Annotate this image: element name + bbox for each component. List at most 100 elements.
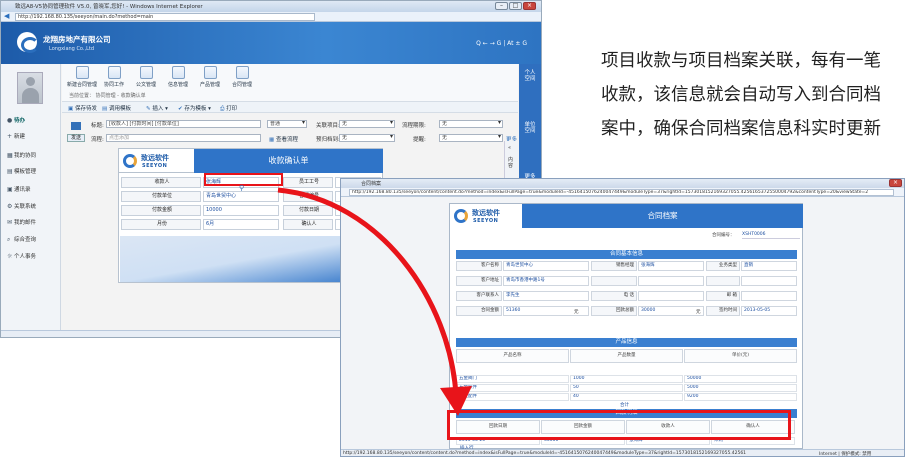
sidebar-item[interactable]: ▣通讯录 — [7, 185, 59, 195]
maximize-button[interactable]: □ — [509, 2, 522, 10]
sidebar-item-icon: ✉ — [7, 219, 13, 226]
insert-button[interactable]: ✎ 插入 ▾ — [146, 104, 168, 112]
product-price[interactable]: 5000 — [684, 384, 797, 392]
header-tools[interactable]: Q ← → G | At ± G — [476, 40, 527, 47]
breadcrumb: 当前位置： 协同管理 - 收款确认单 — [69, 93, 146, 99]
flow-label: 流程: — [91, 137, 104, 143]
toolbar-button-label: 合同管理 — [231, 82, 252, 88]
product-qty[interactable]: 50 — [570, 384, 683, 392]
sidebar-item-label: 关联系统 — [14, 204, 37, 210]
sidebar-item-icon: ▣ — [7, 186, 13, 193]
sidebar-item[interactable]: ▦我的协同 — [7, 151, 59, 161]
unit-label: 元 — [574, 310, 579, 315]
receipt-field-label: 收款人 — [121, 177, 201, 188]
product-price[interactable]: 9200 — [684, 393, 797, 401]
receipt-field-label: 付款单位 — [121, 191, 201, 202]
save-draft-button[interactable]: ▣ 保存待发 — [68, 104, 97, 112]
company-logo — [17, 32, 39, 53]
contract-no-value: XSHT0006 — [742, 232, 766, 237]
sidebar-item-label: 模板管理 — [14, 169, 37, 175]
priority-select[interactable]: 普通 — [267, 120, 307, 128]
basic-field-value[interactable]: 30000 — [638, 306, 704, 316]
print-button[interactable]: ⎙ 打印 — [220, 104, 237, 113]
product-qty[interactable]: 1000 — [570, 375, 683, 383]
save-icon: ▣ — [68, 106, 74, 112]
basic-field-value[interactable]: 2013-05-05 — [741, 306, 797, 316]
product-column-header: 单价(元) — [684, 349, 797, 363]
basic-field-value[interactable] — [741, 291, 797, 301]
receipt-logo-cn: 致远软件 — [141, 154, 169, 162]
toolbar-button[interactable]: 合同管理 — [226, 66, 258, 92]
flow-input[interactable]: 点击添加 — [106, 134, 261, 142]
company-name: 龙翔房地产有限公司 — [43, 35, 111, 44]
sidebar-item-icon: ▦ — [7, 152, 13, 159]
related-select[interactable]: 无 — [339, 120, 395, 128]
toolbar-button[interactable]: 信息管理 — [162, 66, 194, 92]
rail-tab[interactable]: 个人空间 — [524, 70, 536, 82]
basic-field-value[interactable] — [638, 291, 704, 301]
save-as-template-button[interactable]: ✔ 存为模板 ▾ — [178, 104, 211, 112]
back-icon[interactable]: ◀ — [4, 12, 9, 20]
avatar[interactable] — [17, 72, 43, 104]
sidebar-item[interactable]: ⌕ 综合查询 — [7, 235, 59, 245]
arrow-curve — [277, 187, 459, 396]
section-basic-info: 合同基本信息 — [456, 250, 797, 259]
layout-icon[interactable] — [71, 122, 81, 130]
toolbar-button-label: 产品管理 — [199, 82, 220, 88]
rail-tab[interactable]: 单位空间 — [524, 122, 536, 134]
toolbar-button[interactable]: 协同工作 — [98, 66, 130, 92]
product-price[interactable]: 50000 — [684, 375, 797, 383]
sidebar-item[interactable]: ▤模板管理 — [7, 167, 59, 177]
basic-field-value[interactable]: 李先生 — [503, 291, 589, 301]
remind-select[interactable]: 无 — [439, 134, 503, 142]
toolbar-button-label: 公文管理 — [135, 82, 156, 88]
sidebar-item-label: 综合查询 — [14, 237, 37, 243]
collapse-icon[interactable]: « — [508, 145, 511, 151]
deadline-select[interactable]: 无 — [439, 120, 503, 128]
link-arrow — [277, 187, 472, 416]
sidebar-item-icon: ⌕ — [7, 236, 11, 243]
sidebar-item[interactable]: + 新建 — [7, 132, 59, 142]
send-button[interactable]: 发送 — [67, 134, 85, 142]
basic-field-value[interactable]: 张海辉 — [638, 261, 704, 271]
sidebar-item[interactable]: ⚙ 关联系统 — [7, 202, 59, 212]
product-footer[interactable]: 合计 — [620, 402, 629, 408]
sidebar-item-label: 新建 — [14, 134, 26, 140]
template-icon: ▤ — [102, 106, 108, 112]
contract-no-underline — [742, 238, 800, 239]
basic-field-value[interactable] — [741, 276, 797, 286]
basic-field-label: 业务类型 — [706, 261, 740, 271]
toolbar-button[interactable]: 公文管理 — [130, 66, 162, 92]
receipt-logo: 致远软件 SEEYON — [119, 149, 194, 173]
basic-field-label: 销售经理 — [591, 261, 637, 271]
unit-label: 元 — [696, 310, 701, 315]
subject-label: 标题: — [91, 123, 104, 129]
close-button[interactable]: × — [523, 2, 536, 10]
view-flow-label: 查看流程 — [275, 137, 298, 143]
sidebar-item-icon: ⚙ — [7, 203, 13, 210]
subject-input[interactable]: [收款人] [付款时间] [付款单位] — [106, 120, 261, 128]
basic-field-value[interactable]: 直销 — [741, 261, 797, 271]
sidebar: ● 待办 + 新建 ▦我的协同 ▤模板管理 ▣通讯录 ⚙ 关联系统 ✉ 我的邮件 ⌕ 综合查询 ☼ 个人事务… — [1, 64, 61, 330]
view-flow-button[interactable]: ▦ 查看流程 — [269, 135, 298, 143]
dialog-close-button[interactable]: × — [889, 179, 902, 187]
toolbar-button[interactable]: 新建合同管理 — [66, 66, 98, 92]
sidebar-item[interactable]: ☼ 个人事务 — [7, 252, 59, 262]
save-as-template-label: 存为模板 — [184, 106, 207, 112]
basic-field-value[interactable]: 青岛市香港中路1号 — [503, 276, 589, 286]
toolbar-button-label: 信息管理 — [167, 82, 188, 88]
sidebar-item[interactable]: ● 待办 — [7, 116, 59, 126]
product-qty[interactable]: 40 — [570, 393, 683, 401]
archive-select[interactable]: 无 — [339, 134, 395, 142]
sidebar-item-label: 我的邮件 — [14, 220, 37, 226]
toolbar-button[interactable]: 产品管理 — [194, 66, 226, 92]
url-field[interactable]: http://192.168.80.135/seeyon/main.do?met… — [15, 13, 315, 21]
call-template-button[interactable]: ▤ 调用模板 — [102, 104, 131, 112]
sidebar-item[interactable]: ✉ 我的邮件 — [7, 218, 59, 228]
minimize-button[interactable]: – — [495, 2, 508, 10]
sidebar-item-label: 个人事务 — [14, 254, 37, 260]
archive-label: 预归档到: — [316, 137, 340, 143]
basic-field-value[interactable]: 青岛世贸中心 — [503, 261, 589, 271]
status-zone: Internet | 保护模式: 禁用 — [819, 452, 872, 457]
basic-field-value[interactable] — [638, 276, 704, 286]
